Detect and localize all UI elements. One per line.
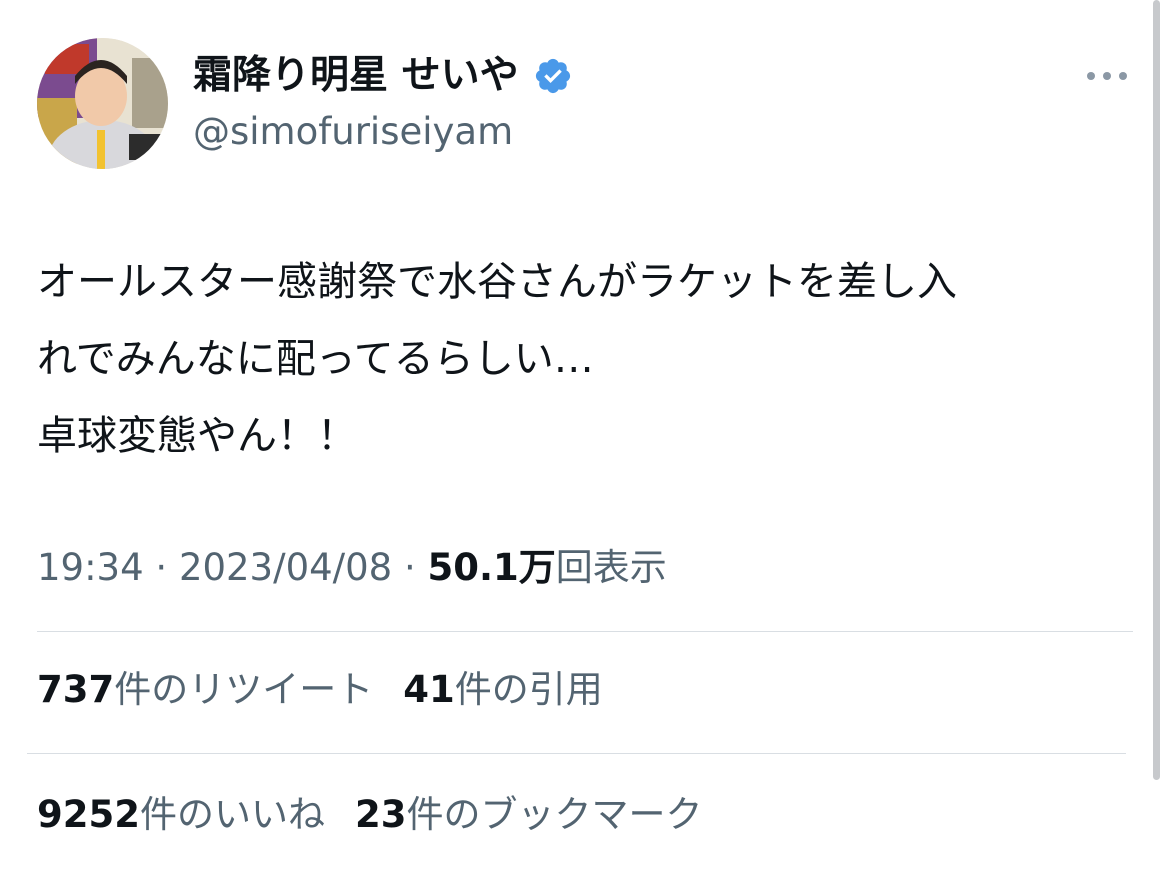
divider	[27, 753, 1126, 754]
author-display-name[interactable]: 霜降り明星 せいや	[193, 50, 573, 102]
author-name-text: 霜降り明星 せいや	[193, 53, 519, 98]
retweets-label: 件のリツイート	[114, 668, 374, 711]
bookmarks-stat[interactable]: 23件のブックマーク	[355, 793, 703, 836]
avatar-image	[37, 38, 168, 169]
likes-count: 9252	[37, 793, 140, 836]
likes-label: 件のいいね	[139, 793, 325, 836]
more-dots-icon[interactable]	[1085, 62, 1129, 90]
tweet-date[interactable]: 2023/04/08	[179, 546, 392, 589]
tweet-meta: 19:34 · 2023/04/08 · 50.1万回表示	[37, 542, 667, 594]
quotes-label: 件の引用	[454, 668, 603, 711]
tweet-text-line: オールスター感謝祭で水谷さんがラケットを差し入	[37, 259, 957, 305]
tweet-text-line: れでみんなに配ってるらしい…	[37, 336, 594, 382]
scrollbar[interactable]	[1153, 0, 1160, 780]
quotes-stat[interactable]: 41件の引用	[403, 668, 603, 711]
tweet-text-line: 卓球変態やん！！	[37, 413, 357, 459]
tweet-text: オールスター感謝祭で水谷さんがラケットを差し入 れでみんなに配ってるらしい… 卓…	[37, 244, 1147, 475]
stats-row-likes: 9252件のいいね 23件のブックマーク	[37, 789, 732, 841]
verified-badge-icon	[533, 56, 573, 96]
tweet-time[interactable]: 19:34	[37, 546, 144, 589]
author-handle[interactable]: @simofuriseiyam	[193, 108, 513, 156]
retweets-count: 737	[37, 668, 115, 711]
meta-separator: ·	[392, 546, 428, 589]
avatar[interactable]	[37, 38, 168, 169]
divider	[37, 631, 1133, 632]
meta-separator: ·	[143, 546, 179, 589]
retweets-stat[interactable]: 737件のリツイート	[37, 668, 373, 711]
likes-stat[interactable]: 9252件のいいね	[37, 793, 325, 836]
bookmarks-label: 件のブックマーク	[406, 793, 703, 836]
stats-row-retweets: 737件のリツイート 41件の引用	[37, 664, 633, 716]
quotes-count: 41	[403, 668, 455, 711]
views-count: 50.1万	[427, 546, 556, 589]
views-label: 回表示	[555, 546, 667, 589]
bookmarks-count: 23	[354, 793, 407, 836]
